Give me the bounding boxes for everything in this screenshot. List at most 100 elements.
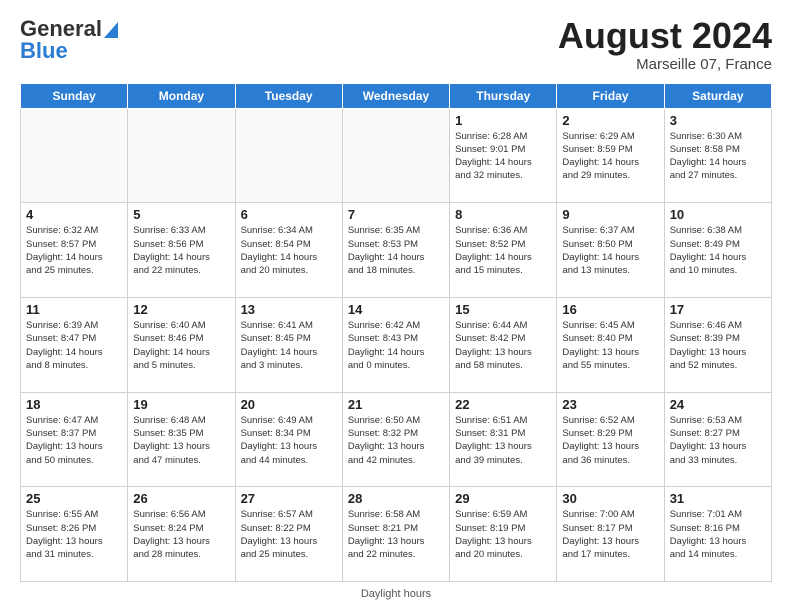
day-info: Sunrise: 6:46 AM Sunset: 8:39 PM Dayligh… xyxy=(670,319,766,372)
logo-blue-text: Blue xyxy=(20,38,68,64)
day-number: 17 xyxy=(670,302,766,317)
day-info: Sunrise: 6:50 AM Sunset: 8:32 PM Dayligh… xyxy=(348,414,444,467)
calendar-cell: 16Sunrise: 6:45 AM Sunset: 8:40 PM Dayli… xyxy=(557,297,664,392)
day-info: Sunrise: 6:35 AM Sunset: 8:53 PM Dayligh… xyxy=(348,224,444,277)
day-info: Sunrise: 6:37 AM Sunset: 8:50 PM Dayligh… xyxy=(562,224,658,277)
day-info: Sunrise: 6:59 AM Sunset: 8:19 PM Dayligh… xyxy=(455,508,551,561)
day-number: 29 xyxy=(455,491,551,506)
calendar-cell xyxy=(128,108,235,203)
day-number: 19 xyxy=(133,397,229,412)
month-year-title: August 2024 xyxy=(558,16,772,56)
calendar-week-row: 25 Sunrise: 6:55 AM Sunset: 8:26 PM Dayli… xyxy=(21,487,772,582)
day-info: Sunrise: 6:39 AM Sunset: 8:47 PM Dayligh… xyxy=(26,319,122,372)
location-subtitle: Marseille 07, France xyxy=(558,56,772,73)
calendar-header: SundayMondayTuesdayWednesdayThursdayFrid… xyxy=(21,83,772,108)
day-info: Sunrise: 7:01 AM Sunset: 8:16 PM Dayligh… xyxy=(670,508,766,561)
weekday-header-monday: Monday xyxy=(128,83,235,108)
calendar-cell: 19 Sunrise: 6:48 AM Sunset: 8:35 PM Dayli… xyxy=(128,392,235,487)
footer: Daylight hours xyxy=(20,588,772,600)
day-info: Sunrise: 6:55 AM Sunset: 8:26 PM Dayligh… xyxy=(26,508,122,561)
day-number: 5 xyxy=(133,207,229,222)
calendar-cell xyxy=(21,108,128,203)
day-info: Sunrise: 7:00 AM Sunset: 8:17 PM Dayligh… xyxy=(562,508,658,561)
logo-triangle-icon xyxy=(104,22,118,38)
weekday-header-thursday: Thursday xyxy=(450,83,557,108)
calendar-cell: 30 Sunrise: 7:00 AM Sunset: 8:17 PM Dayli… xyxy=(557,487,664,582)
calendar-cell: 22 Sunrise: 6:51 AM Sunset: 8:31 PM Dayli… xyxy=(450,392,557,487)
day-number: 6 xyxy=(241,207,337,222)
day-info: Sunrise: 6:58 AM Sunset: 8:21 PM Dayligh… xyxy=(348,508,444,561)
day-number: 7 xyxy=(348,207,444,222)
day-info: Sunrise: 6:33 AM Sunset: 8:56 PM Dayligh… xyxy=(133,224,229,277)
calendar-cell: 21 Sunrise: 6:50 AM Sunset: 8:32 PM Dayli… xyxy=(342,392,449,487)
day-number: 2 xyxy=(562,113,658,128)
day-number: 25 xyxy=(26,491,122,506)
weekday-header-tuesday: Tuesday xyxy=(235,83,342,108)
day-info: Sunrise: 6:41 AM Sunset: 8:45 PM Dayligh… xyxy=(241,319,337,372)
day-info: Sunrise: 6:36 AM Sunset: 8:52 PM Dayligh… xyxy=(455,224,551,277)
calendar-cell: 31 Sunrise: 7:01 AM Sunset: 8:16 PM Dayli… xyxy=(664,487,771,582)
calendar-week-row: 11 Sunrise: 6:39 AM Sunset: 8:47 PM Dayli… xyxy=(21,297,772,392)
calendar-cell: 12Sunrise: 6:40 AM Sunset: 8:46 PM Dayli… xyxy=(128,297,235,392)
day-number: 3 xyxy=(670,113,766,128)
calendar-cell: 23Sunrise: 6:52 AM Sunset: 8:29 PM Dayli… xyxy=(557,392,664,487)
calendar-cell: 20Sunrise: 6:49 AM Sunset: 8:34 PM Dayli… xyxy=(235,392,342,487)
calendar-cell: 18 Sunrise: 6:47 AM Sunset: 8:37 PM Dayli… xyxy=(21,392,128,487)
weekday-header-friday: Friday xyxy=(557,83,664,108)
calendar-week-row: 4Sunrise: 6:32 AM Sunset: 8:57 PM Daylig… xyxy=(21,203,772,298)
day-number: 28 xyxy=(348,491,444,506)
calendar-cell: 10Sunrise: 6:38 AM Sunset: 8:49 PM Dayli… xyxy=(664,203,771,298)
calendar-cell: 1 Sunrise: 6:28 AM Sunset: 9:01 PM Daylig… xyxy=(450,108,557,203)
day-info: Sunrise: 6:49 AM Sunset: 8:34 PM Dayligh… xyxy=(241,414,337,467)
title-area: August 2024 Marseille 07, France xyxy=(558,16,772,73)
day-info: Sunrise: 6:48 AM Sunset: 8:35 PM Dayligh… xyxy=(133,414,229,467)
day-info: Sunrise: 6:51 AM Sunset: 8:31 PM Dayligh… xyxy=(455,414,551,467)
day-number: 27 xyxy=(241,491,337,506)
day-number: 9 xyxy=(562,207,658,222)
day-info: Sunrise: 6:44 AM Sunset: 8:42 PM Dayligh… xyxy=(455,319,551,372)
weekday-header-row: SundayMondayTuesdayWednesdayThursdayFrid… xyxy=(21,83,772,108)
day-info: Sunrise: 6:30 AM Sunset: 8:58 PM Dayligh… xyxy=(670,130,766,183)
calendar-cell: 2 Sunrise: 6:29 AM Sunset: 8:59 PM Daylig… xyxy=(557,108,664,203)
daylight-label: Daylight hours xyxy=(361,588,431,600)
calendar-cell: 15 Sunrise: 6:44 AM Sunset: 8:42 PM Dayli… xyxy=(450,297,557,392)
day-number: 30 xyxy=(562,491,658,506)
calendar-cell: 25 Sunrise: 6:55 AM Sunset: 8:26 PM Dayli… xyxy=(21,487,128,582)
calendar-week-row: 1 Sunrise: 6:28 AM Sunset: 9:01 PM Daylig… xyxy=(21,108,772,203)
day-info: Sunrise: 6:32 AM Sunset: 8:57 PM Dayligh… xyxy=(26,224,122,277)
header: General Blue August 2024 Marseille 07, F… xyxy=(20,16,772,73)
calendar-cell: 4Sunrise: 6:32 AM Sunset: 8:57 PM Daylig… xyxy=(21,203,128,298)
day-number: 8 xyxy=(455,207,551,222)
day-number: 21 xyxy=(348,397,444,412)
day-number: 24 xyxy=(670,397,766,412)
calendar-cell xyxy=(342,108,449,203)
day-number: 18 xyxy=(26,397,122,412)
calendar-cell: 14Sunrise: 6:42 AM Sunset: 8:43 PM Dayli… xyxy=(342,297,449,392)
day-info: Sunrise: 6:38 AM Sunset: 8:49 PM Dayligh… xyxy=(670,224,766,277)
day-number: 11 xyxy=(26,302,122,317)
day-info: Sunrise: 6:29 AM Sunset: 8:59 PM Dayligh… xyxy=(562,130,658,183)
day-info: Sunrise: 6:28 AM Sunset: 9:01 PM Dayligh… xyxy=(455,130,551,183)
calendar-cell xyxy=(235,108,342,203)
calendar-cell: 7 Sunrise: 6:35 AM Sunset: 8:53 PM Daylig… xyxy=(342,203,449,298)
day-number: 31 xyxy=(670,491,766,506)
day-number: 13 xyxy=(241,302,337,317)
logo: General Blue xyxy=(20,16,118,64)
day-info: Sunrise: 6:47 AM Sunset: 8:37 PM Dayligh… xyxy=(26,414,122,467)
weekday-header-sunday: Sunday xyxy=(21,83,128,108)
day-info: Sunrise: 6:34 AM Sunset: 8:54 PM Dayligh… xyxy=(241,224,337,277)
calendar-cell: 28 Sunrise: 6:58 AM Sunset: 8:21 PM Dayli… xyxy=(342,487,449,582)
day-info: Sunrise: 6:56 AM Sunset: 8:24 PM Dayligh… xyxy=(133,508,229,561)
calendar-cell: 26 Sunrise: 6:56 AM Sunset: 8:24 PM Dayli… xyxy=(128,487,235,582)
calendar-cell: 27Sunrise: 6:57 AM Sunset: 8:22 PM Dayli… xyxy=(235,487,342,582)
day-number: 14 xyxy=(348,302,444,317)
day-info: Sunrise: 6:45 AM Sunset: 8:40 PM Dayligh… xyxy=(562,319,658,372)
calendar-cell: 17 Sunrise: 6:46 AM Sunset: 8:39 PM Dayli… xyxy=(664,297,771,392)
day-number: 26 xyxy=(133,491,229,506)
day-number: 1 xyxy=(455,113,551,128)
day-number: 22 xyxy=(455,397,551,412)
calendar-body: 1 Sunrise: 6:28 AM Sunset: 9:01 PM Daylig… xyxy=(21,108,772,581)
day-number: 12 xyxy=(133,302,229,317)
day-number: 15 xyxy=(455,302,551,317)
calendar-cell: 13 Sunrise: 6:41 AM Sunset: 8:45 PM Dayli… xyxy=(235,297,342,392)
